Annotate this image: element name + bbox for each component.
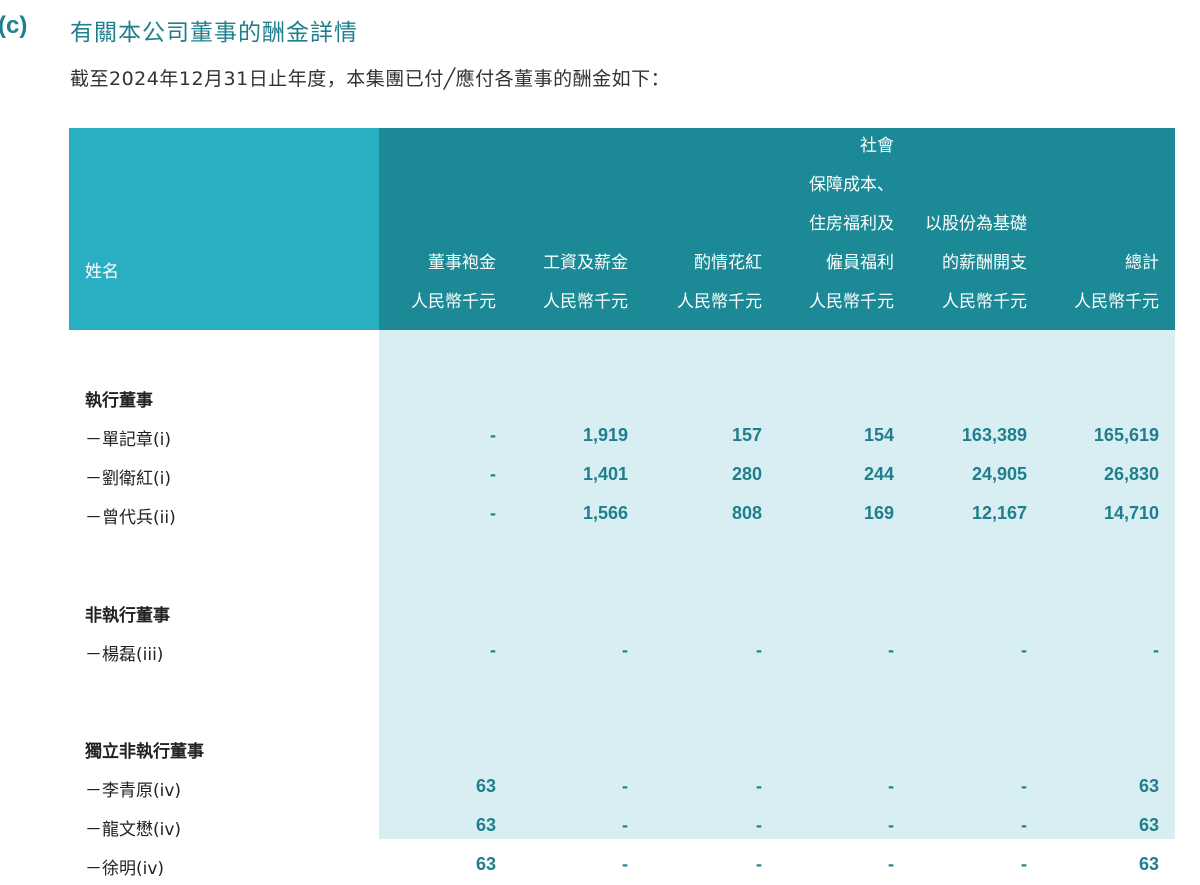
column-header: 董事袍金人民幣千元 <box>346 244 496 322</box>
column-unit: 人民幣千元 <box>543 292 628 312</box>
value-cell: - <box>888 639 894 660</box>
column-header: 以股份為基礎的薪酬開支人民幣千元 <box>877 205 1027 322</box>
value-cell: - <box>888 776 894 796</box>
value-cell: - <box>490 425 496 445</box>
category-row: 非執行董事 <box>69 593 1175 632</box>
column-header-line: 董事袍金 <box>428 253 496 273</box>
value-cell: - <box>756 639 762 660</box>
value-cell: 1,566 <box>582 503 628 523</box>
category-label: 獨立非執行董事 <box>85 742 204 762</box>
table-row: －單記章(i) - 1,919 157 154 163,389 165,619 <box>69 417 1175 456</box>
value-cell: - <box>1021 776 1027 796</box>
value-cell: - <box>1021 815 1027 835</box>
director-name: －曾代兵(ii) <box>85 508 176 528</box>
table-row: －李青原(iv) 63 - - - - 63 <box>69 768 1175 807</box>
table-row: －龍文懋(iv) 63 - - - - 63 <box>69 807 1175 846</box>
intro-text: 截至2024年12月31日止年度，本集團已付╱應付各董事的酬金如下： <box>70 68 671 90</box>
column-header: 總計人民幣千元 <box>1009 244 1159 322</box>
value-cell: 244 <box>863 464 894 484</box>
value-cell: - <box>622 776 628 796</box>
value-cell: 280 <box>731 464 762 484</box>
value-cell: 63 <box>1138 854 1159 874</box>
value-cell: - <box>1021 854 1027 874</box>
director-name: －龍文懋(iv) <box>85 820 182 840</box>
director-name: －劉衛紅(i) <box>85 469 171 489</box>
value-cell: - <box>756 776 762 796</box>
value-cell: 154 <box>863 425 894 445</box>
value-cell: - <box>888 854 894 874</box>
column-header-line: 社會 <box>860 136 894 156</box>
column-unit: 人民幣千元 <box>677 292 762 312</box>
category-label: 非執行董事 <box>85 605 170 626</box>
column-header: 酌情花紅人民幣千元 <box>612 244 762 322</box>
column-header-line: 工資及薪金 <box>543 253 628 273</box>
value-cell: 63 <box>475 854 496 874</box>
value-cell: 26,830 <box>1103 464 1159 484</box>
value-cell: - <box>888 815 894 835</box>
column-header-line: 僱員福利 <box>826 253 894 273</box>
name-header-cell <box>69 128 379 330</box>
section-label: (c) <box>0 12 28 39</box>
value-cell: 157 <box>731 425 762 445</box>
value-cell: - <box>756 815 762 835</box>
value-cell: 165,619 <box>1093 425 1159 445</box>
remuneration-table: 姓名 董事袍金 人民幣千元 工資及薪金 人民幣千元 酌情花紅 人民幣千元 社會 保障成本、 住房… <box>69 127 1175 879</box>
column-header-line: 以股份為基礎 <box>925 214 1027 234</box>
table-row: －楊磊(iii) - - - - - - <box>69 632 1175 671</box>
category-label: 執行董事 <box>85 391 153 411</box>
column-header: 工資及薪金人民幣千元 <box>478 244 628 322</box>
table-row: －曾代兵(ii) - 1,566 808 169 12,167 14,710 <box>69 495 1175 534</box>
column-header-line: 總計 <box>1125 253 1159 273</box>
value-cell: 24,905 <box>971 464 1027 484</box>
column-unit: 人民幣千元 <box>942 292 1027 312</box>
value-cell: 63 <box>1138 776 1159 796</box>
column-unit: 人民幣千元 <box>411 292 496 312</box>
column-header-line: 住房福利及 <box>809 214 894 234</box>
value-cell: 14,710 <box>1103 503 1159 523</box>
value-cell: - <box>490 503 496 523</box>
column-unit: 人民幣千元 <box>1074 292 1159 312</box>
column-header-line: 的薪酬開支 <box>942 253 1027 273</box>
director-name: －李青原(iv) <box>85 781 182 801</box>
director-name: －單記章(i) <box>85 430 171 450</box>
value-cell: 12,167 <box>971 503 1027 523</box>
table-row: －徐明(iv) 63 - - - - 63 <box>69 846 1175 885</box>
section-title: 有關本公司董事的酬金詳情 <box>70 20 358 46</box>
category-row: 執行董事 <box>69 378 1175 417</box>
name-column-header: 姓名 <box>85 262 119 282</box>
director-name: －楊磊(iii) <box>85 644 164 665</box>
column-unit: 人民幣千元 <box>809 292 894 312</box>
value-cell: - <box>490 464 496 484</box>
value-cell: 63 <box>475 776 496 796</box>
column-header-line: 酌情花紅 <box>694 253 762 273</box>
value-cell: 808 <box>731 503 762 523</box>
value-cell: - <box>622 815 628 835</box>
value-cell: 63 <box>1138 815 1159 835</box>
value-cell: - <box>1153 639 1159 660</box>
value-cell: 169 <box>863 503 894 523</box>
value-cell: - <box>756 854 762 874</box>
value-cell: 63 <box>475 815 496 835</box>
value-cell: - <box>1021 639 1027 660</box>
category-row: 獨立非執行董事 <box>69 729 1175 768</box>
value-cell: - <box>622 854 628 874</box>
column-header: 社會保障成本、住房福利及僱員福利人民幣千元 <box>744 127 894 322</box>
value-cell: - <box>490 639 496 660</box>
value-cell: 1,401 <box>582 464 628 484</box>
value-cell: 1,919 <box>582 425 628 445</box>
table-row: －劉衛紅(i) - 1,401 280 244 24,905 26,830 <box>69 456 1175 495</box>
director-name: －徐明(iv) <box>85 859 165 879</box>
value-cell: - <box>622 639 628 660</box>
value-cell: 163,389 <box>961 425 1027 445</box>
column-header-line: 保障成本、 <box>809 175 894 195</box>
